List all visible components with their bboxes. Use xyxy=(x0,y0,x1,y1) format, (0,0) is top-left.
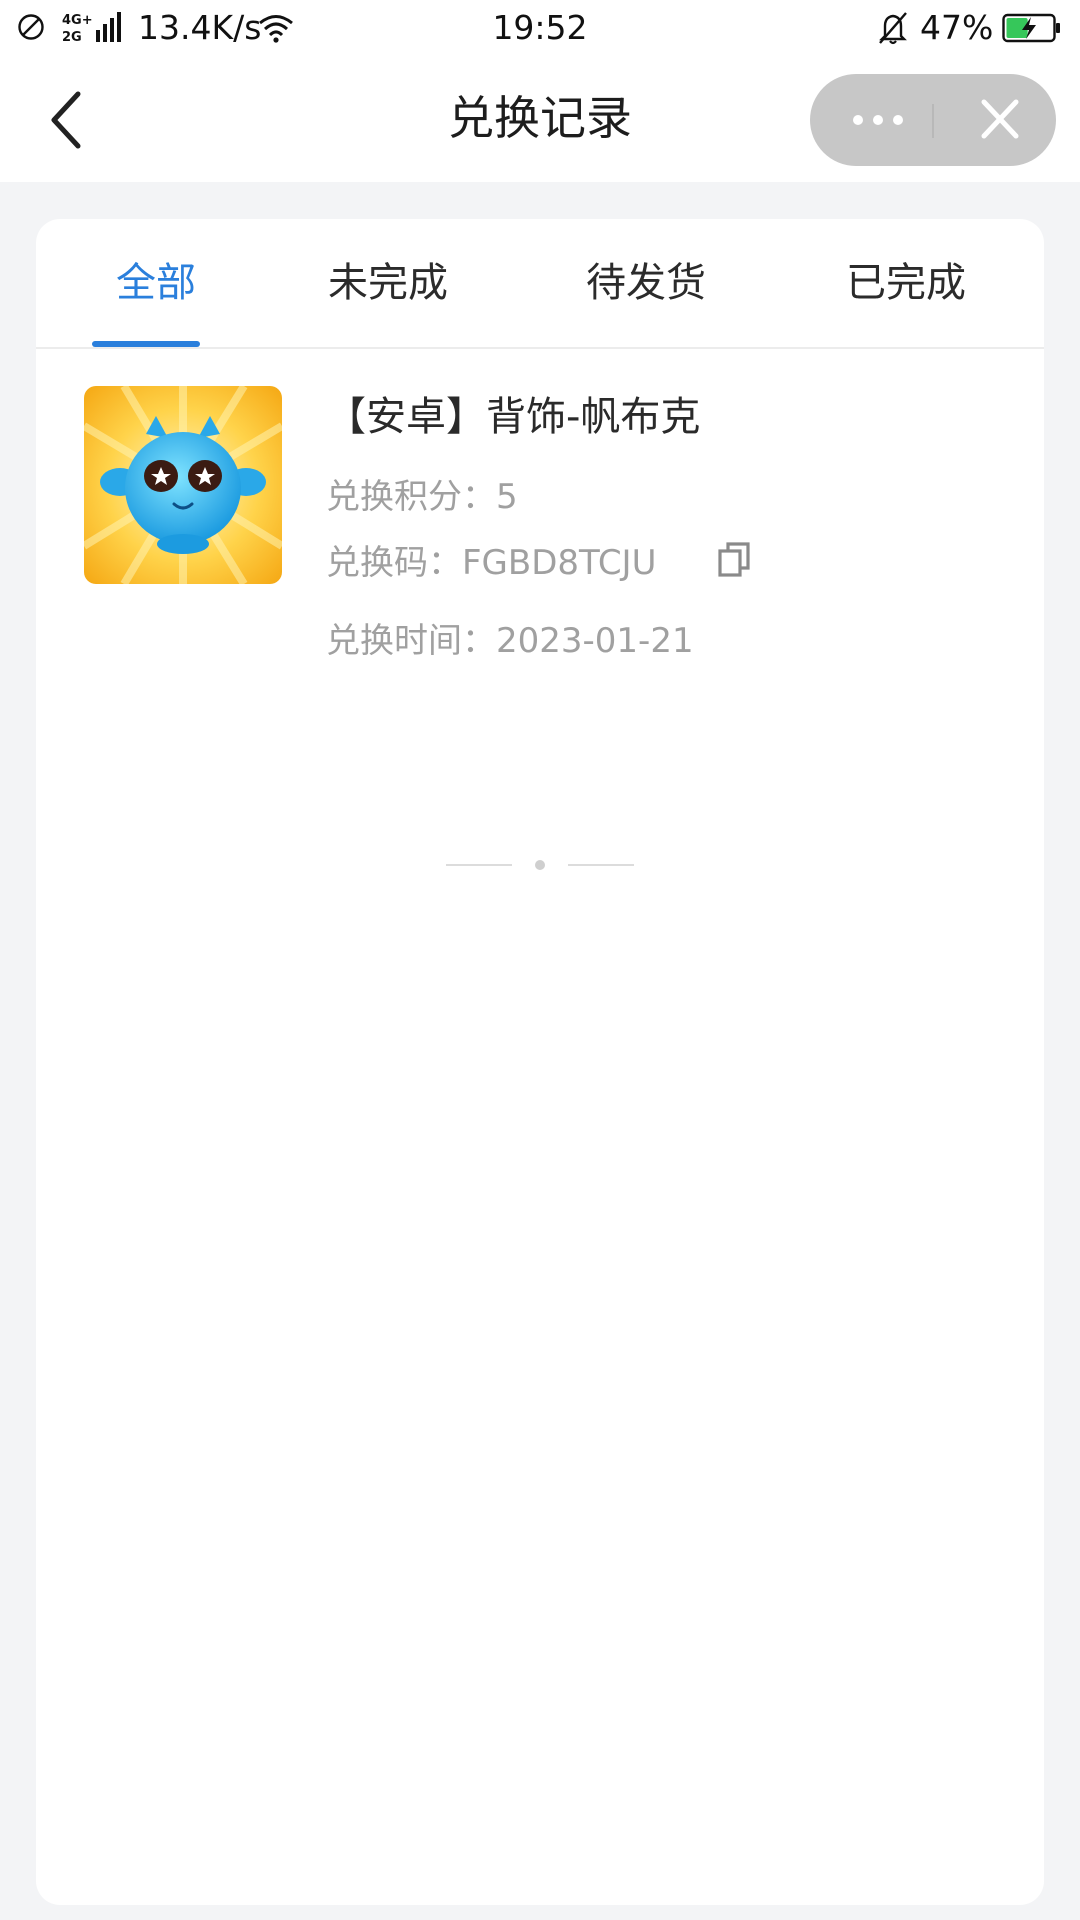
item-thumbnail xyxy=(84,386,282,584)
page: 4G+ 2G 13.4K/s 19:52 47% 兑换记录 全部 未完成 待发货… xyxy=(0,0,1080,1920)
clock: 19:52 xyxy=(492,8,588,47)
time-label: 兑换时间： xyxy=(326,621,496,661)
divider-dot xyxy=(535,860,545,870)
copy-icon[interactable] xyxy=(716,539,754,581)
records-card: 全部 未完成 待发货 已完成 【安卓】背饰-帆布克 兑换积分：5 兑换码：FGB… xyxy=(36,219,1044,1905)
code-value: FGBD8TCJU xyxy=(462,543,657,583)
item-title: 【安卓】背饰-帆布克 xyxy=(326,394,701,440)
battery-percent: 47% xyxy=(920,8,994,47)
tab-completed[interactable]: 已完成 xyxy=(836,251,976,315)
time-value: 2023-01-21 xyxy=(496,621,694,661)
points-row: 兑换积分：5 xyxy=(326,473,518,521)
time-row: 兑换时间：2023-01-21 xyxy=(326,617,694,665)
bell-muted-icon xyxy=(879,12,907,45)
points-value: 5 xyxy=(496,477,518,517)
capsule-divider xyxy=(932,104,934,138)
tab-pending-shipment[interactable]: 待发货 xyxy=(576,251,716,315)
close-icon[interactable] xyxy=(950,74,1046,166)
points-label: 兑换积分： xyxy=(326,477,496,517)
tab-all[interactable]: 全部 xyxy=(106,251,206,315)
status-bar: 4G+ 2G 13.4K/s 19:52 47% xyxy=(0,0,1080,56)
header: 兑换记录 xyxy=(0,56,1080,182)
tab-bar: 全部 未完成 待发货 已完成 xyxy=(36,219,1044,349)
battery-charging-icon xyxy=(1002,13,1060,43)
active-tab-indicator xyxy=(92,341,200,347)
list-item[interactable]: 【安卓】背饰-帆布克 兑换积分：5 兑换码：FGBD8TCJU 兑换时间：202… xyxy=(36,351,1044,691)
divider-line-left xyxy=(446,864,512,866)
tab-incomplete[interactable]: 未完成 xyxy=(318,251,458,315)
divider-line-right xyxy=(568,864,634,866)
code-row: 兑换码：FGBD8TCJU xyxy=(326,539,656,587)
end-of-list-divider xyxy=(446,859,636,871)
mini-program-capsule xyxy=(810,74,1056,166)
more-icon[interactable] xyxy=(820,74,928,166)
code-label: 兑换码： xyxy=(326,543,462,583)
